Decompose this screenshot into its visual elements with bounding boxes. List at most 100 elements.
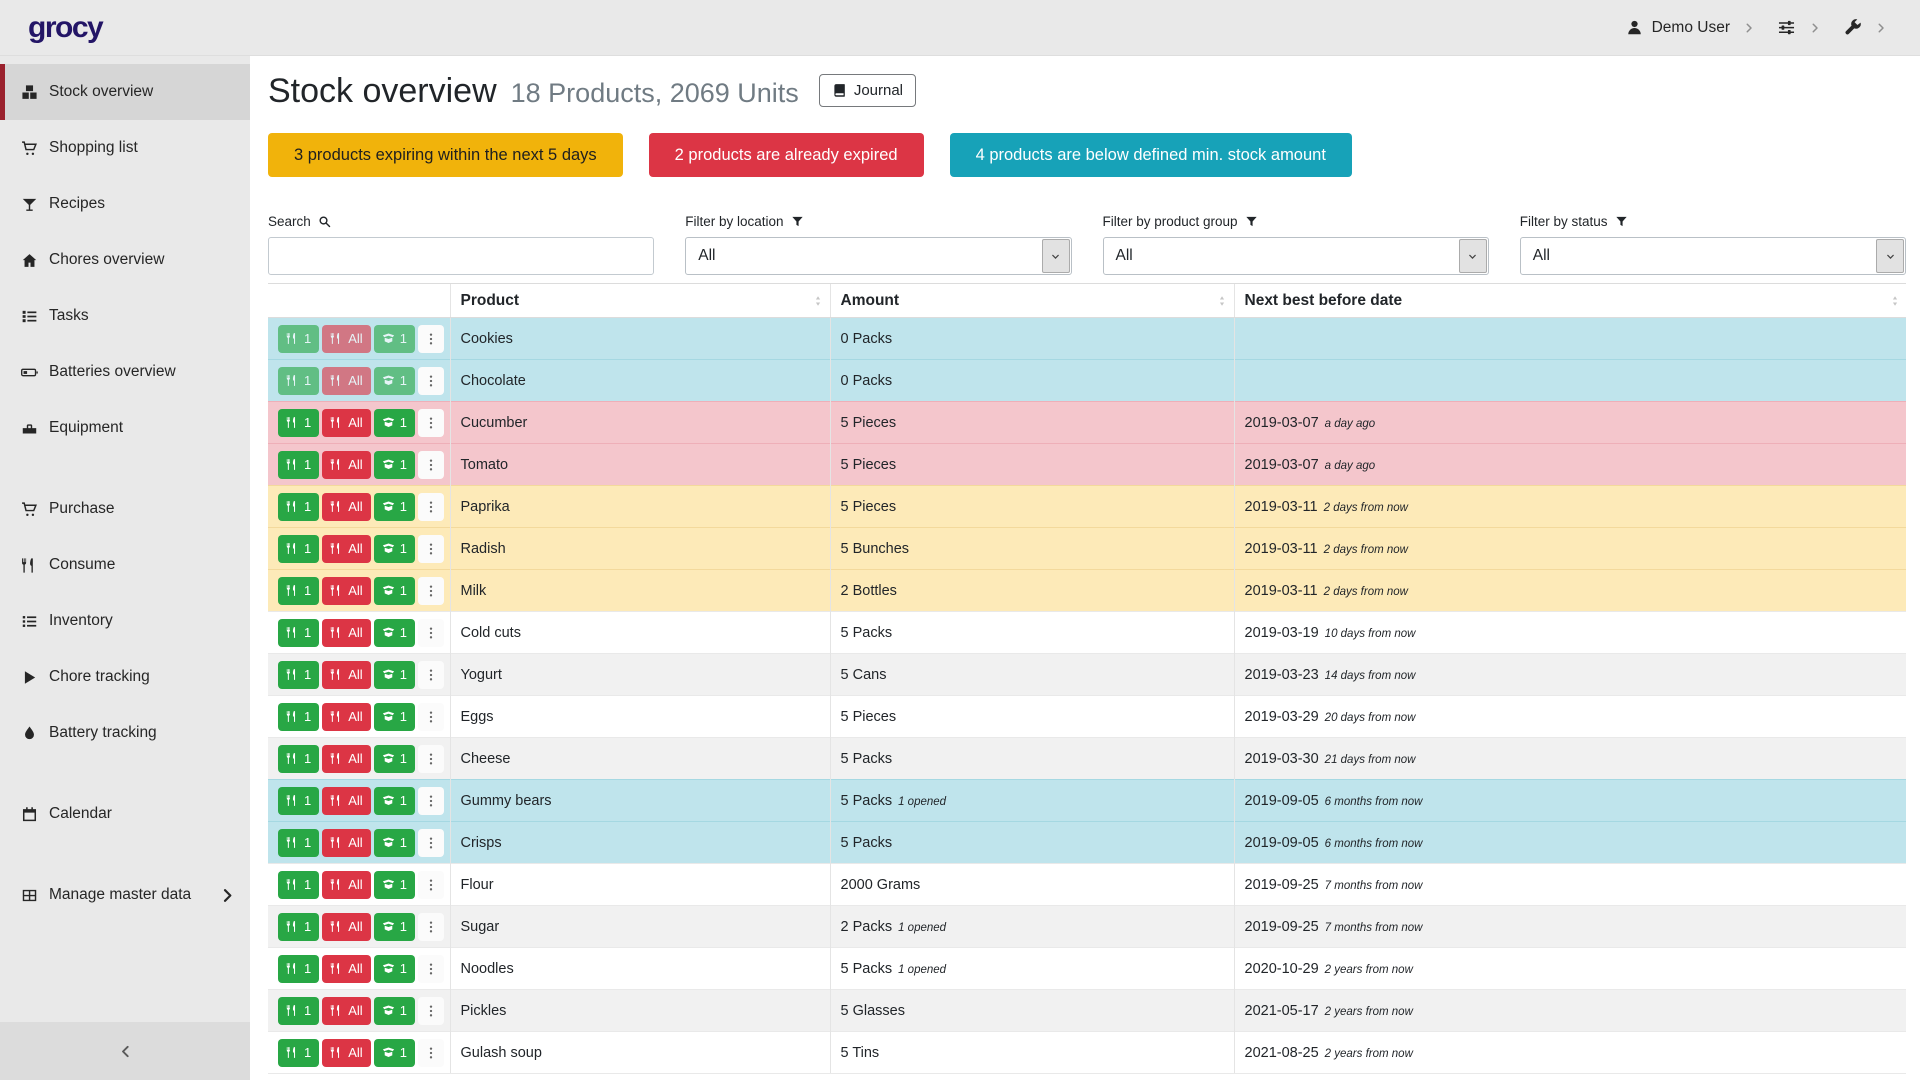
consume-all-button[interactable]: All <box>322 661 370 689</box>
user-menu[interactable]: Demo User <box>1626 19 1730 37</box>
more-menu-button[interactable] <box>418 493 444 521</box>
select-caret-button[interactable] <box>1042 239 1070 273</box>
consume-all-button[interactable]: All <box>322 703 370 731</box>
consume-one-button[interactable]: 1 <box>278 829 319 857</box>
more-menu-button[interactable] <box>418 997 444 1025</box>
consume-one-button[interactable]: 1 <box>278 535 319 563</box>
consume-all-button[interactable]: All <box>322 493 370 521</box>
sidebar-item-equipment[interactable]: Equipment <box>0 400 250 456</box>
open-one-button[interactable]: 1 <box>374 703 415 731</box>
consume-one-button[interactable]: 1 <box>278 703 319 731</box>
consume-all-button[interactable]: All <box>322 409 370 437</box>
alert-badge[interactable]: 4 products are below defined min. stock … <box>950 133 1352 177</box>
consume-all-button[interactable]: All <box>322 325 370 353</box>
open-one-button[interactable]: 1 <box>374 787 415 815</box>
more-menu-button[interactable] <box>418 661 444 689</box>
consume-all-button[interactable]: All <box>322 787 370 815</box>
more-menu-button[interactable] <box>418 577 444 605</box>
consume-one-button[interactable]: 1 <box>278 955 319 983</box>
select-caret-button[interactable] <box>1459 239 1487 273</box>
consume-one-button[interactable]: 1 <box>278 451 319 479</box>
sidebar-item-chores-overview[interactable]: Chores overview <box>0 232 250 288</box>
consume-all-button[interactable]: All <box>322 535 370 563</box>
more-menu-button[interactable] <box>418 619 444 647</box>
sidebar-item-inventory[interactable]: Inventory <box>0 593 250 649</box>
consume-one-button[interactable]: 1 <box>278 577 319 605</box>
more-menu-button[interactable] <box>418 1039 444 1067</box>
more-menu-button[interactable] <box>418 535 444 563</box>
sidebar-item-tasks[interactable]: Tasks <box>0 288 250 344</box>
consume-one-button[interactable]: 1 <box>278 871 319 899</box>
sidebar-collapse-button[interactable] <box>0 1022 250 1080</box>
open-one-button[interactable]: 1 <box>374 871 415 899</box>
consume-all-button[interactable]: All <box>322 955 370 983</box>
consume-one-button[interactable]: 1 <box>278 367 319 395</box>
more-menu-button[interactable] <box>418 871 444 899</box>
column-header-next-best-before-date[interactable]: Next best before date <box>1234 284 1906 318</box>
alert-badge[interactable]: 3 products expiring within the next 5 da… <box>268 133 623 177</box>
sidebar-item-manage-master-data[interactable]: Manage master data <box>0 867 250 923</box>
filter-select[interactable]: All <box>685 237 1071 275</box>
search-input[interactable] <box>268 237 654 275</box>
more-menu-button[interactable] <box>418 745 444 773</box>
open-one-button[interactable]: 1 <box>374 661 415 689</box>
consume-one-button[interactable]: 1 <box>278 493 319 521</box>
consume-all-button[interactable]: All <box>322 913 370 941</box>
open-one-button[interactable]: 1 <box>374 955 415 983</box>
more-menu-button[interactable] <box>418 367 444 395</box>
more-menu-button[interactable] <box>418 955 444 983</box>
open-one-button[interactable]: 1 <box>374 829 415 857</box>
admin-menu[interactable] <box>1843 18 1862 37</box>
consume-one-button[interactable]: 1 <box>278 913 319 941</box>
consume-one-button[interactable]: 1 <box>278 997 319 1025</box>
consume-all-button[interactable]: All <box>322 1039 370 1067</box>
grocy-logo[interactable]: grocy <box>28 11 102 45</box>
consume-all-button[interactable]: All <box>322 997 370 1025</box>
alert-badge[interactable]: 2 products are already expired <box>649 133 924 177</box>
open-one-button[interactable]: 1 <box>374 577 415 605</box>
more-menu-button[interactable] <box>418 787 444 815</box>
sidebar-item-batteries-overview[interactable]: Batteries overview <box>0 344 250 400</box>
sidebar-item-chore-tracking[interactable]: Chore tracking <box>0 649 250 705</box>
filter-select[interactable]: All <box>1103 237 1489 275</box>
more-menu-button[interactable] <box>418 451 444 479</box>
sidebar-item-shopping-list[interactable]: Shopping list <box>0 120 250 176</box>
open-one-button[interactable]: 1 <box>374 409 415 437</box>
consume-one-button[interactable]: 1 <box>278 409 319 437</box>
consume-one-button[interactable]: 1 <box>278 661 319 689</box>
consume-all-button[interactable]: All <box>322 745 370 773</box>
open-one-button[interactable]: 1 <box>374 745 415 773</box>
open-one-button[interactable]: 1 <box>374 493 415 521</box>
sidebar-item-purchase[interactable]: Purchase <box>0 481 250 537</box>
sidebar-item-consume[interactable]: Consume <box>0 537 250 593</box>
chevron-down-icon[interactable] <box>1809 22 1821 34</box>
consume-one-button[interactable]: 1 <box>278 1039 319 1067</box>
column-header-product[interactable]: Product <box>450 284 830 318</box>
consume-all-button[interactable]: All <box>322 619 370 647</box>
sidebar-item-calendar[interactable]: Calendar <box>0 786 250 842</box>
journal-button[interactable]: Journal <box>819 74 916 107</box>
more-menu-button[interactable] <box>418 325 444 353</box>
open-one-button[interactable]: 1 <box>374 325 415 353</box>
consume-all-button[interactable]: All <box>322 367 370 395</box>
open-one-button[interactable]: 1 <box>374 535 415 563</box>
select-caret-button[interactable] <box>1876 239 1904 273</box>
consume-one-button[interactable]: 1 <box>278 787 319 815</box>
more-menu-button[interactable] <box>418 913 444 941</box>
consume-all-button[interactable]: All <box>322 871 370 899</box>
open-one-button[interactable]: 1 <box>374 367 415 395</box>
more-menu-button[interactable] <box>418 829 444 857</box>
consume-one-button[interactable]: 1 <box>278 619 319 647</box>
more-menu-button[interactable] <box>418 703 444 731</box>
open-one-button[interactable]: 1 <box>374 619 415 647</box>
consume-all-button[interactable]: All <box>322 451 370 479</box>
consume-all-button[interactable]: All <box>322 577 370 605</box>
consume-one-button[interactable]: 1 <box>278 325 319 353</box>
sidebar-item-battery-tracking[interactable]: Battery tracking <box>0 705 250 761</box>
open-one-button[interactable]: 1 <box>374 451 415 479</box>
open-one-button[interactable]: 1 <box>374 913 415 941</box>
settings-menu[interactable] <box>1777 18 1796 37</box>
open-one-button[interactable]: 1 <box>374 1039 415 1067</box>
sidebar-item-recipes[interactable]: Recipes <box>0 176 250 232</box>
sidebar-item-stock-overview[interactable]: Stock overview <box>0 64 250 120</box>
